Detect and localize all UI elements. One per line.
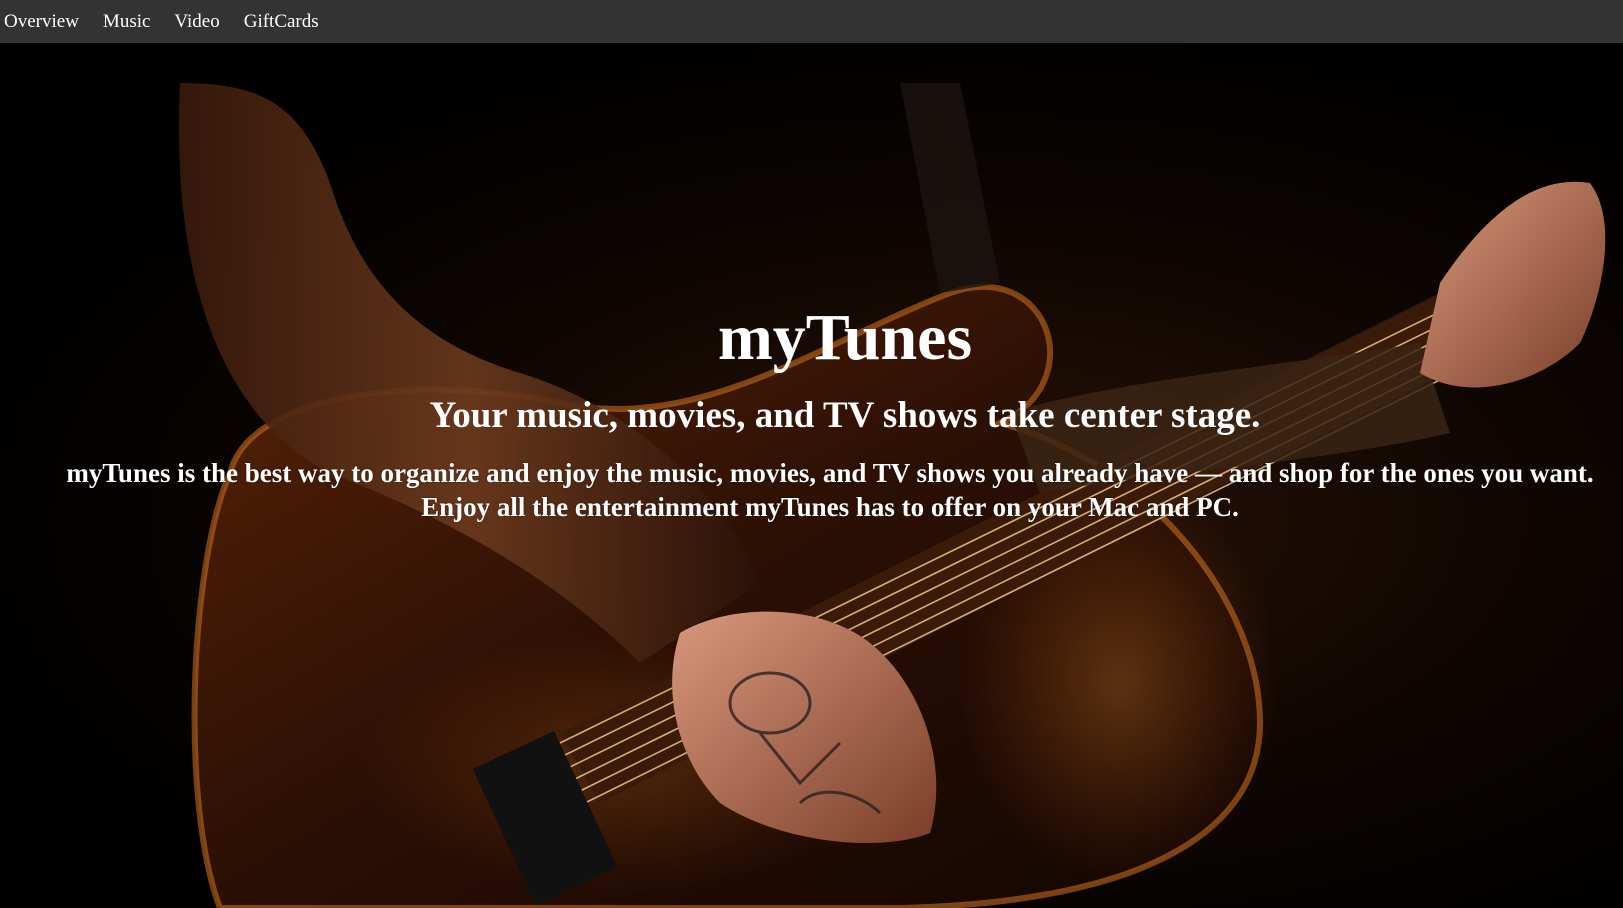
hero-description: myTunes is the best way to organize and … <box>66 458 1594 522</box>
nav-link-overview[interactable]: Overview <box>4 0 79 43</box>
nav-link-video[interactable]: Video <box>174 0 219 43</box>
hero-banner: myTunes Your music, movies, and TV shows… <box>0 43 1623 908</box>
nav-link-giftcards[interactable]: GiftCards <box>244 0 319 43</box>
hero-title: myTunes <box>717 301 973 374</box>
hero-subtitle: Your music, movies, and TV shows take ce… <box>429 395 1261 436</box>
top-navigation-bar: Overview Music Video GiftCards <box>0 0 1623 43</box>
nav-link-music[interactable]: Music <box>103 0 151 43</box>
